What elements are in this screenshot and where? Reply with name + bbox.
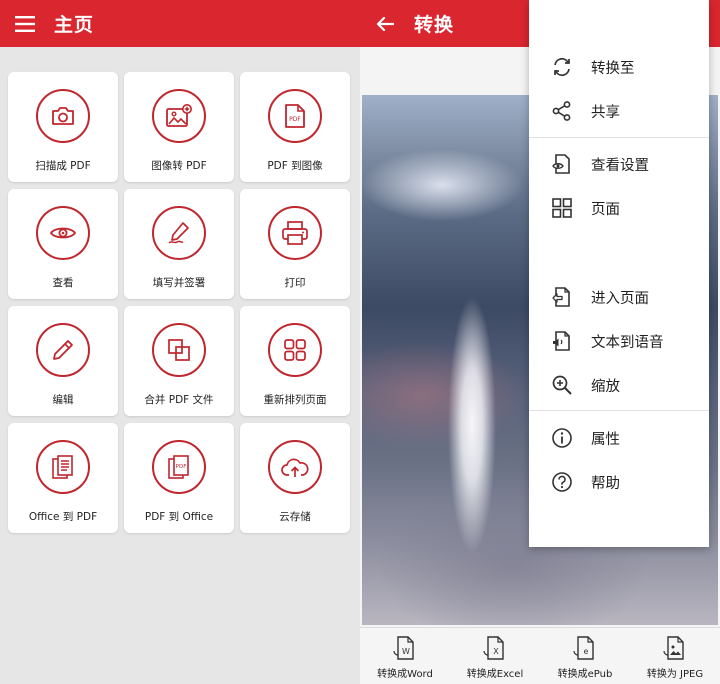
svg-text:PDF: PDF bbox=[176, 464, 187, 470]
tile-pdf-to-office[interactable]: PDF PDF 到 Office bbox=[124, 423, 234, 533]
convert-to-word-button[interactable]: W 转换成Word bbox=[360, 628, 450, 684]
menu-item-zoom[interactable]: 缩放 bbox=[529, 365, 709, 405]
convert-to-epub-button[interactable]: e 转换成ePub bbox=[540, 628, 630, 684]
image-add-icon bbox=[152, 89, 206, 143]
printer-icon bbox=[268, 206, 322, 260]
tile-office-to-pdf[interactable]: Office 到 PDF bbox=[8, 423, 118, 533]
icon-letter: e bbox=[584, 647, 589, 656]
tile-label: 打印 bbox=[284, 277, 306, 289]
help-icon bbox=[551, 471, 573, 493]
home-title: 主页 bbox=[54, 14, 95, 36]
cloud-upload-icon bbox=[268, 440, 322, 494]
menu-item-go-to-page[interactable]: 进入页面 bbox=[529, 277, 709, 317]
convert-title: 转换 bbox=[414, 14, 455, 36]
menu-item-label: 页面 bbox=[591, 201, 620, 218]
tile-label: 扫描成 PDF bbox=[35, 160, 91, 172]
icon-letter: X bbox=[493, 647, 499, 656]
convert-toolbar: W 转换成Word X 转换成Excel e 转换成ePub 转换为 JPEG bbox=[360, 627, 720, 684]
menu-item-convert-to[interactable]: 转换至 bbox=[529, 47, 709, 87]
zoom-in-icon bbox=[551, 374, 573, 396]
tile-label: Office 到 PDF bbox=[28, 511, 98, 523]
view-settings-icon bbox=[551, 153, 573, 175]
menu-item-label: 查看设置 bbox=[591, 157, 649, 174]
menu-item-text-to-speech[interactable]: 文本到语音 bbox=[529, 321, 709, 361]
pencil-icon bbox=[36, 323, 90, 377]
sync-icon bbox=[551, 56, 573, 78]
bottom-bar-label: 转换成Word bbox=[377, 669, 433, 680]
pages-grid-icon bbox=[551, 197, 573, 219]
pdf-file-icon: PDF bbox=[268, 89, 322, 143]
overflow-menu: 转换至 共享 查看设置 页面 进入页面 文本到语音 缩放 属性 帮助 bbox=[529, 0, 709, 547]
menu-item-label: 转换至 bbox=[591, 60, 635, 77]
tile-scan-to-pdf[interactable]: 扫描成 PDF bbox=[8, 72, 118, 182]
tile-fill-and-sign[interactable]: 填写并签署 bbox=[124, 189, 234, 299]
tile-label: 云存储 bbox=[279, 511, 311, 523]
goto-page-icon bbox=[551, 286, 573, 308]
document-lines-icon bbox=[36, 440, 90, 494]
svg-text:PDF: PDF bbox=[289, 116, 301, 123]
convert-to-excel-button[interactable]: X 转换成Excel bbox=[450, 628, 540, 684]
back-arrow-icon[interactable] bbox=[372, 11, 398, 37]
merge-icon bbox=[152, 323, 206, 377]
convert-word-icon: W bbox=[393, 636, 414, 660]
menu-divider bbox=[529, 137, 709, 138]
tile-merge-pdf[interactable]: 合并 PDF 文件 bbox=[124, 306, 234, 416]
menu-item-pages[interactable]: 页面 bbox=[529, 188, 709, 228]
tile-edit[interactable]: 编辑 bbox=[8, 306, 118, 416]
camera-icon bbox=[36, 89, 90, 143]
bottom-bar-label: 转换成ePub bbox=[557, 669, 613, 680]
convert-epub-icon: e bbox=[573, 636, 594, 660]
text-to-speech-icon bbox=[551, 330, 573, 352]
convert-to-jpeg-button[interactable]: 转换为 JPEG bbox=[630, 628, 720, 684]
menu-divider bbox=[529, 410, 709, 411]
tile-label: 编辑 bbox=[52, 394, 74, 406]
bottom-bar-label: 转换为 JPEG bbox=[646, 669, 704, 680]
tile-label: 重新排列页面 bbox=[263, 394, 327, 406]
pen-sign-icon bbox=[152, 206, 206, 260]
menu-item-share[interactable]: 共享 bbox=[529, 91, 709, 131]
menu-item-label: 属性 bbox=[591, 431, 620, 448]
menu-item-label: 缩放 bbox=[591, 378, 620, 395]
menu-item-label: 文本到语音 bbox=[591, 334, 664, 351]
tile-cloud-storage[interactable]: 云存储 bbox=[240, 423, 350, 533]
hamburger-menu-icon[interactable] bbox=[12, 11, 38, 37]
icon-letter: W bbox=[402, 647, 410, 656]
info-icon bbox=[551, 427, 573, 449]
tile-image-to-pdf[interactable]: 图像转 PDF bbox=[124, 72, 234, 182]
tile-pdf-to-image[interactable]: PDF PDF 到图像 bbox=[240, 72, 350, 182]
grid-pages-icon bbox=[268, 323, 322, 377]
tile-label: 图像转 PDF bbox=[151, 160, 207, 172]
tile-label: PDF 到图像 bbox=[267, 160, 323, 172]
menu-item-label: 共享 bbox=[591, 104, 620, 121]
tile-label: 查看 bbox=[52, 277, 74, 289]
convert-jpeg-icon bbox=[663, 636, 684, 660]
menu-item-label: 进入页面 bbox=[591, 290, 649, 307]
eye-icon bbox=[36, 206, 90, 260]
menu-item-label: 帮助 bbox=[591, 475, 620, 492]
home-app-bar: 主页 bbox=[0, 0, 360, 47]
share-icon bbox=[551, 100, 573, 122]
menu-item-properties[interactable]: 属性 bbox=[529, 418, 709, 458]
tile-print[interactable]: 打印 bbox=[240, 189, 350, 299]
tile-label: 填写并签署 bbox=[152, 277, 206, 289]
pdf-stack-icon: PDF bbox=[152, 440, 206, 494]
convert-excel-icon: X bbox=[483, 636, 504, 660]
menu-item-view-settings[interactable]: 查看设置 bbox=[529, 144, 709, 184]
bottom-bar-label: 转换成Excel bbox=[466, 669, 524, 680]
tool-grid: 扫描成 PDF 图像转 PDF PDF PDF 到图像 查看 填写并签署 打印 … bbox=[8, 72, 350, 533]
tile-view[interactable]: 查看 bbox=[8, 189, 118, 299]
tile-label: 合并 PDF 文件 bbox=[144, 394, 214, 406]
tile-label: PDF 到 Office bbox=[144, 511, 214, 523]
home-screen: 主页 扫描成 PDF 图像转 PDF PDF PDF 到图像 查看 填写并签署 … bbox=[0, 0, 360, 684]
menu-item-help[interactable]: 帮助 bbox=[529, 462, 709, 502]
tile-rearrange-pages[interactable]: 重新排列页面 bbox=[240, 306, 350, 416]
